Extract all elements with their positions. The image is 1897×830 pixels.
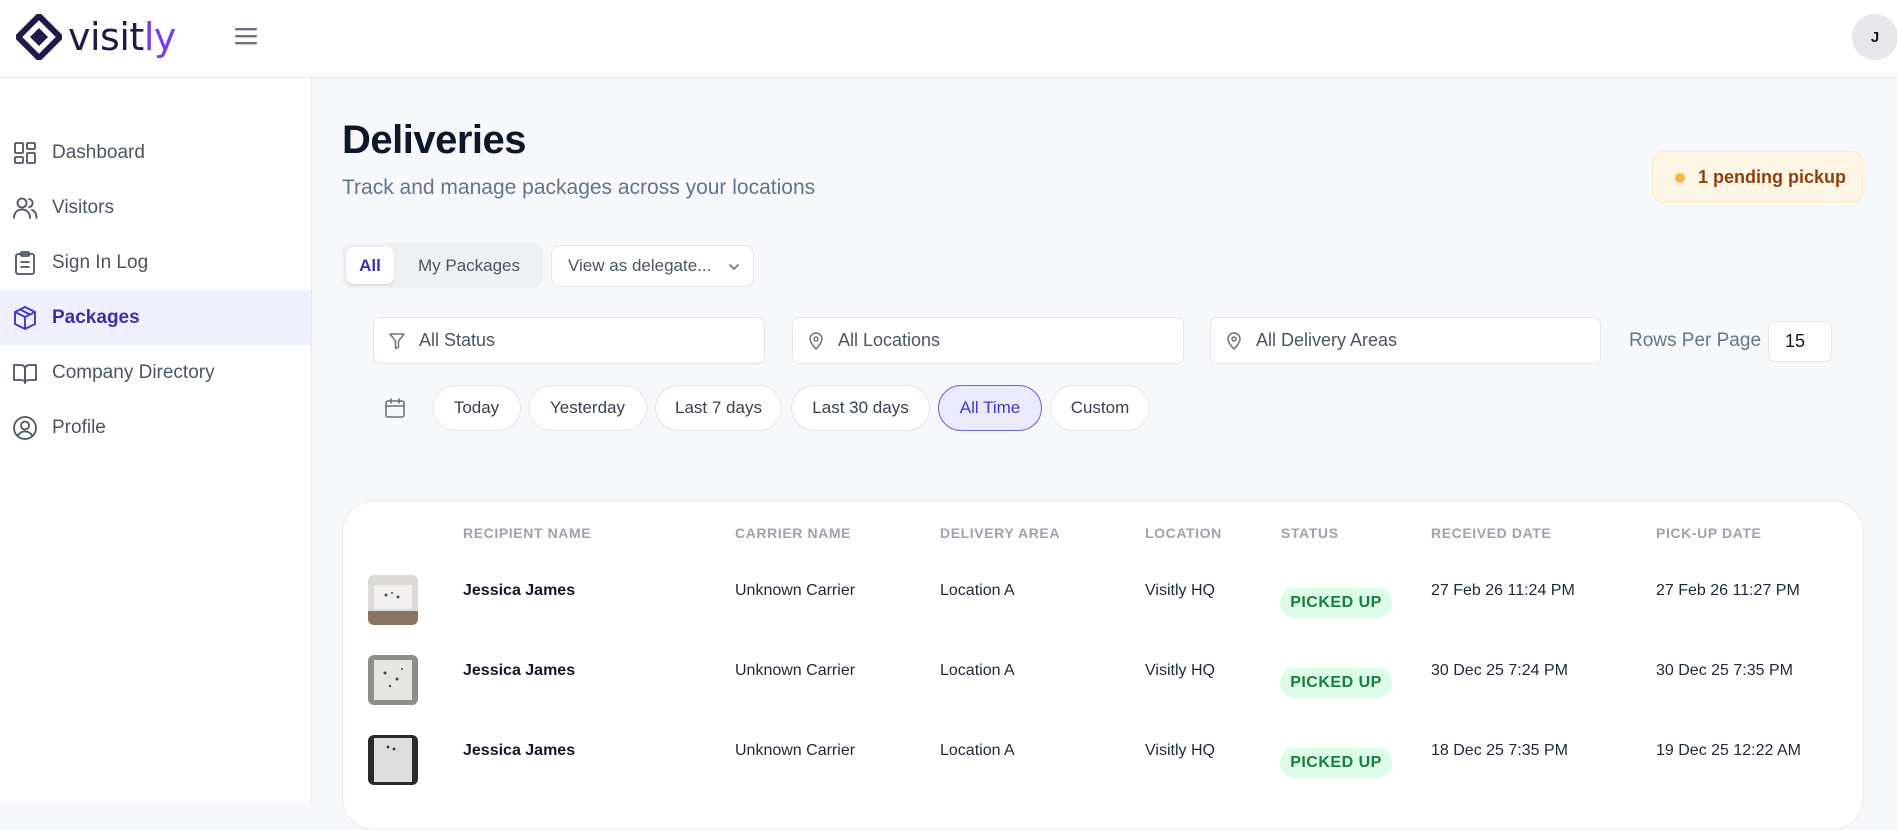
date-range-today[interactable]: Today — [432, 385, 521, 431]
users-icon — [13, 197, 38, 219]
page-title: Deliveries — [342, 118, 527, 162]
sidebar-item-label: Visitors — [52, 196, 114, 218]
sidebar-item-profile[interactable]: Profile — [0, 400, 311, 455]
sidebar-item-label: Sign In Log — [52, 251, 149, 273]
visitly-logo[interactable]: visitly — [16, 14, 186, 60]
status-filter[interactable]: All Status — [373, 317, 765, 364]
logo-text: visitly — [68, 15, 176, 59]
pending-dot-icon — [1675, 173, 1685, 183]
dashboard-icon — [14, 142, 36, 164]
book-icon — [13, 364, 37, 384]
recipient-name: Jessica James — [463, 742, 576, 759]
sidebar-item-company-directory[interactable]: Company Directory — [0, 345, 311, 400]
pending-pickup-text: 1 pending pickup — [1698, 166, 1847, 187]
delivery-area: Location A — [940, 742, 1015, 759]
sidebar-item-packages[interactable]: Packages — [0, 290, 311, 345]
package-photo-thumbnail[interactable] — [368, 655, 418, 705]
logo-mark-icon — [16, 14, 62, 60]
status-badge: PICKED UP — [1280, 588, 1392, 618]
pending-pickup-badge[interactable]: 1 pending pickup — [1652, 151, 1863, 203]
package-photo-thumbnail[interactable] — [368, 575, 418, 625]
carrier-name: Unknown Carrier — [735, 662, 856, 679]
status-badge: PICKED UP — [1280, 668, 1392, 698]
package-photo-thumbnail[interactable] — [368, 735, 418, 785]
package-scope-toggle: All My Packages — [342, 243, 543, 288]
filter-icon — [389, 333, 405, 350]
date-range-yesterday[interactable]: Yesterday — [528, 385, 647, 431]
pickup-date: 30 Dec 25 7:35 PM — [1656, 662, 1793, 679]
delivery-area-filter-value: All Delivery Areas — [1256, 330, 1398, 350]
location: Visitly HQ — [1145, 582, 1215, 599]
delivery-area: Location A — [940, 662, 1015, 679]
delegate-select-value: View as delegate... — [568, 256, 712, 275]
sidebar-item-dashboard[interactable]: Dashboard — [0, 125, 311, 180]
column-header-status[interactable]: STATUS — [1281, 525, 1339, 541]
date-range-all-time[interactable]: All Time — [938, 385, 1042, 431]
status-filter-value: All Status — [419, 330, 496, 350]
location-filter-value: All Locations — [838, 330, 941, 350]
tab-my-packages[interactable]: My Packages — [400, 247, 538, 284]
column-header-delivery-area[interactable]: DELIVERY AREA — [940, 525, 1060, 541]
delivery-area-filter[interactable]: All Delivery Areas — [1210, 317, 1601, 364]
pickup-date: 19 Dec 25 12:22 AM — [1656, 742, 1801, 759]
delegate-select[interactable]: View as delegate... — [551, 245, 754, 287]
chevron-down-icon — [729, 264, 739, 271]
rows-per-page-input[interactable]: 15 — [1768, 321, 1832, 362]
date-range-last-7-days[interactable]: Last 7 days — [655, 385, 782, 431]
sidebar-item-label: Company Directory — [52, 361, 215, 383]
menu-toggle-icon[interactable] — [232, 24, 262, 50]
page-subtitle: Track and manage packages across your lo… — [342, 176, 816, 199]
carrier-name: Unknown Carrier — [735, 742, 856, 759]
date-range-last-30-days[interactable]: Last 30 days — [791, 385, 930, 431]
location: Visitly HQ — [1145, 662, 1215, 679]
rows-per-page-label: Rows Per Page — [1629, 330, 1762, 351]
carrier-name: Unknown Carrier — [735, 582, 856, 599]
status-badge: PICKED UP — [1280, 748, 1392, 778]
clipboard-icon — [15, 251, 35, 275]
sidebar: Dashboard Visitors Sign In Log Packages … — [0, 78, 312, 803]
top-bar: visitly J — [0, 0, 1897, 78]
sidebar-item-sign-in-log[interactable]: Sign In Log — [0, 235, 311, 290]
delivery-area: Location A — [940, 582, 1015, 599]
recipient-name: Jessica James — [463, 582, 576, 599]
date-range-custom[interactable]: Custom — [1050, 385, 1150, 431]
column-header-received-date[interactable]: RECEIVED DATE — [1431, 525, 1551, 541]
column-header-recipient[interactable]: RECIPIENT NAME — [463, 525, 591, 541]
map-pin-icon — [809, 332, 823, 350]
sidebar-item-label: Profile — [52, 416, 106, 438]
column-header-carrier[interactable]: CARRIER NAME — [735, 525, 851, 541]
pickup-date: 27 Feb 26 11:27 PM — [1656, 582, 1800, 599]
calendar-icon — [385, 398, 405, 418]
location-filter[interactable]: All Locations — [792, 317, 1184, 364]
user-circle-icon — [13, 416, 37, 440]
column-header-location[interactable]: LOCATION — [1145, 525, 1222, 541]
sidebar-item-label: Dashboard — [52, 141, 145, 163]
location: Visitly HQ — [1145, 742, 1215, 759]
map-pin-icon — [1227, 332, 1241, 350]
user-avatar[interactable]: J — [1852, 14, 1897, 60]
package-icon — [14, 306, 36, 330]
sidebar-item-label: Packages — [52, 306, 140, 328]
received-date: 30 Dec 25 7:24 PM — [1431, 662, 1568, 679]
tab-all[interactable]: All — [346, 247, 394, 284]
column-header-pickup-date[interactable]: PICK-UP DATE — [1656, 525, 1761, 541]
sidebar-item-visitors[interactable]: Visitors — [0, 180, 311, 235]
received-date: 18 Dec 25 7:35 PM — [1431, 742, 1568, 759]
recipient-name: Jessica James — [463, 662, 576, 679]
received-date: 27 Feb 26 11:24 PM — [1431, 582, 1575, 599]
